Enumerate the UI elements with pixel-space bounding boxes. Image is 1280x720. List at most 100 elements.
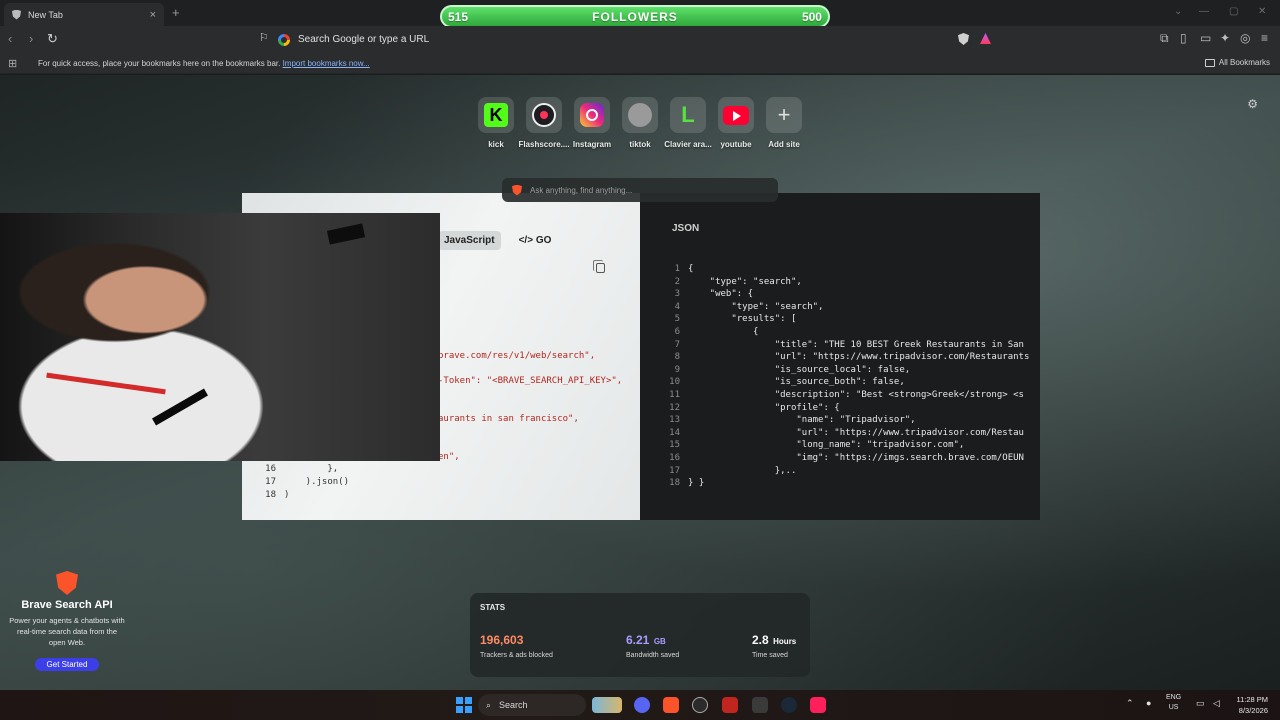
taskbar-search-label: Search [499,700,528,710]
app-icon[interactable] [752,697,768,713]
site-label: Instagram [572,140,612,149]
json-text: "url": "https://www.tripadvisor.com/Rest… [688,427,1024,438]
back-icon[interactable]: ‹ [8,31,12,46]
wallet-icon[interactable]: ▭ [1200,31,1211,45]
bookmark-icon[interactable]: ⚐ [259,31,269,44]
extensions-icon[interactable]: ⧉ [1160,31,1169,46]
leo-ai-icon[interactable]: ✦ [1220,31,1230,45]
top-site-instagram[interactable]: Instagram [568,97,616,149]
windows-start-icon[interactable] [456,697,472,713]
promo-description: Power your agents & chatbots with real-t… [9,616,125,647]
site-tile: + [766,97,802,133]
webcam-shirt-stripe [46,372,166,395]
top-site-clavier[interactable]: L Clavier ara... [664,97,712,149]
json-line: 15 "long_name": "tripadvisor.com", [640,440,964,452]
youtube-icon [723,105,749,125]
webcam-mic-arm [152,388,208,426]
top-site-tiktok[interactable]: tiktok [616,97,664,149]
site-label: tiktok [629,140,651,149]
json-response-panel: JSON 1{2 "type": "search", 3 "web": {4 "t… [640,193,1040,520]
folder-icon [1204,58,1215,67]
site-tile [526,97,562,133]
tab-new-tab[interactable]: New Tab × [4,3,164,26]
apps-grid-icon[interactable]: ⊞ [8,57,17,70]
stats-widget: STATS 196,603 Trackers & ads blocked 6.2… [470,593,810,677]
network-icon[interactable]: ▭ [1196,698,1205,708]
brave-taskbar-icon[interactable] [663,697,679,713]
acrobat-icon[interactable] [722,697,738,713]
json-text: },.. [688,465,797,476]
close-window-icon[interactable]: ✕ [1258,6,1266,17]
sidebar-icon[interactable]: ▯ [1180,31,1187,45]
json-line: 18} } [640,478,704,490]
address-input[interactable]: Search Google or type a URL [298,34,429,45]
tab-javascript[interactable]: JavaScript [438,231,501,250]
line-number: 12 [669,402,680,413]
taskbar-clock[interactable]: 11:28 PM 8/3/2026 [1236,694,1268,716]
search-icon: ⌕ [486,699,492,710]
volume-icon[interactable]: ◁ [1213,698,1220,708]
json-line: 1{ [640,264,694,276]
top-site-youtube[interactable]: youtube [712,97,760,149]
steam-icon[interactable] [781,697,797,713]
kick-icon: K [484,103,508,127]
microphone-icon[interactable]: ● [1146,698,1151,708]
line-number: 7 [674,339,680,350]
add-site-button[interactable]: + Add site [760,97,808,149]
ai-search-box[interactable]: Ask anything, find anything... [502,178,778,202]
site-label: kick [488,140,504,149]
json-line: 4 "type": "search", [640,302,824,314]
site-tile: L [670,97,706,133]
import-bookmarks-link[interactable]: Import bookmarks now... [283,59,370,68]
maximize-icon[interactable]: ▢ [1229,6,1238,17]
taskbar-search[interactable]: ⌕ Search [478,694,586,716]
stat-label: Time saved [752,652,788,659]
menu-icon[interactable]: ≡ [1261,31,1268,45]
tab-go[interactable]: </> GO [513,231,558,250]
stat-label: Trackers & ads blocked [480,652,553,659]
tray-overflow-icon[interactable]: ⌃ [1126,698,1134,708]
copy-icon[interactable] [593,260,605,273]
new-tab-button[interactable]: + [172,5,180,20]
reload-icon[interactable]: ↻ [47,31,58,47]
json-line: 11 "description": "Best <strong>Greek</s… [640,390,1024,402]
json-line: 17 },.. [640,466,796,478]
widgets-icon[interactable] [592,697,622,713]
code-line: 18) [242,490,289,502]
json-text: { [688,264,694,274]
top-site-kick[interactable]: K kick [472,97,520,149]
brave-tab-icon [12,9,21,20]
code-line: brave.com/res/v1/web/search", [438,351,595,363]
line-number: 16 [265,464,276,474]
forward-icon[interactable]: › [29,31,33,46]
tiktok-live-icon[interactable] [810,697,826,713]
all-bookmarks-button[interactable]: All Bookmarks [1204,58,1270,67]
vpn-icon[interactable]: ◎ [1240,31,1250,45]
bookmarks-hint: For quick access, place your bookmarks h… [38,59,370,68]
obs-icon[interactable] [692,697,708,713]
site-tile [622,97,658,133]
discord-icon[interactable] [634,697,650,713]
code-text: brave.com/res/v1/web/search", [438,351,596,361]
all-bookmarks-label: All Bookmarks [1218,58,1270,67]
json-line: 16 "img": "https://imgs.search.brave.com… [640,453,1024,465]
new-tab-page: ⚙ K kick Flashscore.... Instagram tiktok… [0,75,1280,690]
address-bar[interactable]: Search Google or type a URL [278,29,998,50]
line-number: 9 [674,364,680,375]
code-text: }, [284,464,339,474]
customize-gear-icon[interactable]: ⚙ [1247,97,1258,111]
get-started-button[interactable]: Get Started [34,658,100,671]
tab-search-icon[interactable]: ⌄ [1174,6,1182,17]
flashscore-icon [532,103,556,127]
top-site-flashscore[interactable]: Flashscore.... [518,97,570,149]
followers-goal-bar: 515 FOLLOWERS 500 [440,5,830,28]
top-sites: K kick Flashscore.... Instagram tiktok L… [472,97,808,149]
tab-go-label: GO [535,235,552,246]
json-text: "title": "THE 10 BEST Greek Restaurants … [688,339,1024,350]
minimize-icon[interactable]: — [1199,6,1209,17]
line-number: 18 [265,490,276,500]
language-indicator[interactable]: ENG US [1166,693,1181,713]
tab-title: New Tab [28,9,63,20]
close-tab-icon[interactable]: × [150,9,156,21]
bookmarks-hint-text: For quick access, place your bookmarks h… [38,59,281,68]
